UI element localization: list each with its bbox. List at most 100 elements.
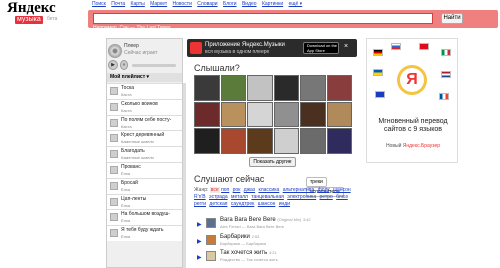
playlist-item[interactable]: Сколько воинов Каста: [107, 98, 182, 115]
playlist-header[interactable]: Мой плейлист ▾: [107, 73, 182, 82]
genre-link[interactable]: металл: [231, 194, 248, 200]
album-cover[interactable]: [273, 101, 299, 128]
nav-video[interactable]: Видео: [242, 1, 257, 7]
album-cover[interactable]: [247, 101, 273, 128]
album-grid: [194, 75, 352, 154]
genre-link[interactable]: рок: [233, 187, 241, 193]
search-example-link[interactable]: Сан — The Last Tapes: [119, 25, 170, 31]
album-cover[interactable]: [220, 101, 246, 128]
genre-link[interactable]: электроника: [287, 194, 316, 200]
genre-selected[interactable]: все: [209, 187, 220, 193]
playlist-item[interactable]: Цап-ленты Ёлка: [107, 193, 182, 210]
album-cover[interactable]: [326, 128, 352, 154]
album-cover[interactable]: [300, 75, 326, 101]
playlist-item[interactable]: Крест деревянный Каменные шмели: [107, 130, 182, 147]
flag-ru-icon: [391, 43, 401, 50]
nav-search[interactable]: Поиск: [92, 1, 106, 7]
playlist-item[interactable]: Тоска Каста: [107, 83, 182, 99]
genre-link[interactable]: танцевальная: [251, 194, 284, 200]
album-cover[interactable]: [300, 101, 326, 128]
album-cover[interactable]: [273, 75, 299, 101]
nav-blogs[interactable]: Блоги: [223, 1, 237, 7]
genre-link[interactable]: регги: [194, 201, 206, 207]
search-button[interactable]: Найти: [441, 13, 463, 24]
genre-link[interactable]: поп: [221, 187, 229, 193]
track-cover: [206, 234, 216, 245]
show-more-button[interactable]: Показать другие: [249, 157, 296, 167]
playlist-item[interactable]: Благодать Каменные шмели: [107, 146, 182, 162]
track-cover: [206, 251, 216, 261]
genre-link[interactable]: R'n'B: [194, 194, 206, 200]
album-cover[interactable]: [220, 128, 246, 154]
playlist-scrollbar[interactable]: [183, 83, 186, 268]
track-icon: [110, 118, 118, 127]
player-label: Плеер: [124, 43, 139, 49]
track-icon: [110, 150, 118, 159]
yandex-browser-icon: Я: [397, 65, 427, 95]
album-cover[interactable]: [194, 101, 220, 128]
listening-tabs: треки исполнители: [306, 177, 351, 197]
genre-link[interactable]: ретро: [320, 194, 333, 200]
flag-ua-icon: [373, 69, 383, 76]
album-cover[interactable]: [247, 75, 273, 101]
genre-link[interactable]: шансон: [258, 201, 276, 207]
genre-link[interactable]: эстрада: [209, 194, 228, 200]
close-icon[interactable]: ×: [344, 43, 348, 50]
browser-ad[interactable]: Я Мгновенный перевод сайтов с 9 языков Н…: [366, 38, 458, 163]
track-row[interactable]: ▶ Барбарики 2:53 Барбарики — Барбарики: [194, 233, 354, 250]
logo-service: музыка: [15, 16, 43, 24]
nav-images[interactable]: Картинки: [262, 1, 283, 7]
search-input[interactable]: [93, 13, 433, 24]
nav-mail[interactable]: Почта: [111, 1, 125, 7]
flag-fr-icon: [439, 93, 449, 100]
track-icon: [110, 102, 118, 111]
nav-maps[interactable]: Карты: [131, 1, 145, 7]
flag-nl-icon: [441, 71, 451, 78]
tab-tracks[interactable]: треки: [306, 177, 327, 187]
flag-tr-icon: [419, 43, 429, 50]
play-icon[interactable]: ▶: [197, 254, 202, 261]
flag-it-icon: [441, 49, 451, 56]
album-cover[interactable]: [326, 75, 352, 101]
genre-link[interactable]: инди: [279, 201, 290, 207]
playlist-item[interactable]: Я тебя буду ждать Ёлка: [107, 225, 182, 241]
track-row[interactable]: ▶ Bara Bara Bere Bere (Original Mix) 3:42…: [194, 216, 354, 233]
top-nav: Поиск Почта Карты Маркет Новости Словари…: [92, 1, 306, 7]
album-cover[interactable]: [194, 128, 220, 154]
album-cover[interactable]: [220, 75, 246, 101]
genre-link[interactable]: шансон: [333, 187, 351, 193]
app-store-badge[interactable]: Download on the App Store: [303, 42, 339, 54]
track-row[interactable]: ▶ Так хочется жить 4:21 Рождество — Так хо…: [194, 249, 354, 266]
genre-filter: Жанр: все поп рок джаз классика альтерна…: [194, 187, 351, 207]
playlist-item[interactable]: На большом воздуш- Ёлка: [107, 209, 182, 226]
play-icon[interactable]: ▶: [108, 60, 118, 70]
album-cover[interactable]: [273, 128, 299, 154]
playlist-item[interactable]: По полям себе посту- Каста: [107, 114, 182, 131]
track-icon: [110, 134, 118, 143]
album-cover[interactable]: [194, 75, 220, 101]
app-banner[interactable]: Приложение Яндекс.Музыки вся музыка в од…: [187, 39, 357, 57]
track-icon: [110, 181, 118, 190]
album-cover[interactable]: [300, 128, 326, 154]
genre-link[interactable]: джаз: [244, 187, 255, 193]
playlist-item[interactable]: Бросай Ёлка: [107, 177, 182, 194]
play-icon[interactable]: ▶: [197, 238, 202, 245]
genre-link[interactable]: саундтрек: [231, 201, 254, 207]
volume-slider[interactable]: [132, 64, 176, 67]
album-cover[interactable]: [326, 101, 352, 128]
playlist-item[interactable]: Прованс Ёлка: [107, 161, 182, 178]
album-cover[interactable]: [247, 128, 273, 154]
play-icon[interactable]: ▶: [197, 221, 202, 228]
genre-link[interactable]: фолк: [318, 187, 330, 193]
yandex-music-logo[interactable]: Яндекс музыка бета: [3, 0, 83, 24]
nav-market[interactable]: Маркет: [150, 1, 167, 7]
genre-link[interactable]: классика: [258, 187, 279, 193]
nav-news[interactable]: Новости: [173, 1, 192, 7]
nav-dictionaries[interactable]: Словари: [197, 1, 217, 7]
genre-link[interactable]: блюз: [336, 194, 348, 200]
genre-link[interactable]: альтернатива: [283, 187, 315, 193]
nav-more[interactable]: ещё ▾: [289, 1, 303, 7]
genre-link[interactable]: детская: [209, 201, 227, 207]
track-icon: [110, 197, 118, 206]
next-icon[interactable]: »: [120, 60, 128, 70]
